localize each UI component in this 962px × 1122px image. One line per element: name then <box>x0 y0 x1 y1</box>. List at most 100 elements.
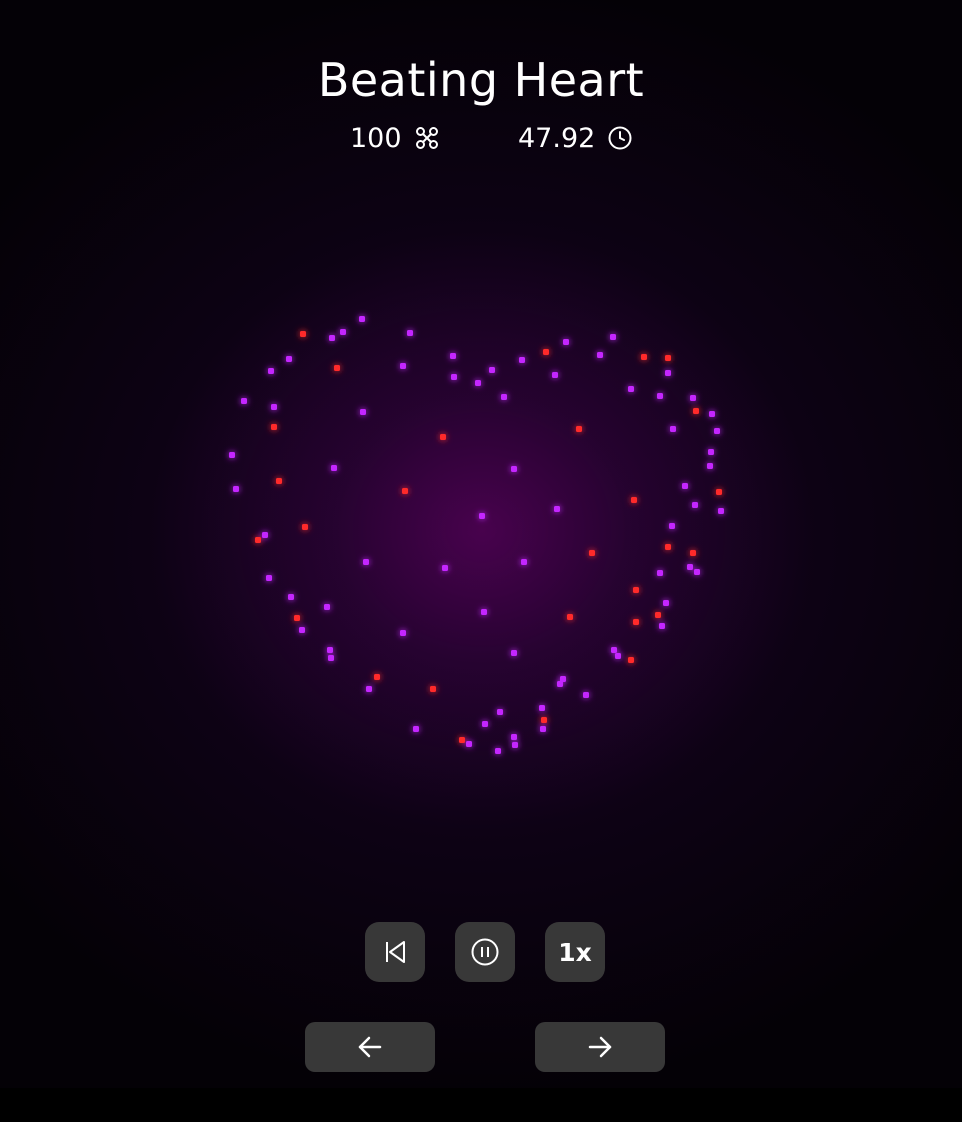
drone-light <box>475 380 481 386</box>
drone-light <box>271 424 277 430</box>
drone-light <box>611 647 617 653</box>
drone-light <box>430 686 436 692</box>
drone-light <box>690 550 696 556</box>
drone-light <box>266 575 272 581</box>
drone-light <box>716 489 722 495</box>
drone-light <box>241 398 247 404</box>
playback-speed-button[interactable]: 1x <box>545 922 605 982</box>
drone-light <box>440 434 446 440</box>
drone-light <box>489 367 495 373</box>
drone-light <box>610 334 616 340</box>
drone-light <box>328 655 334 661</box>
drone-light <box>511 466 517 472</box>
drone-light <box>479 513 485 519</box>
drone-light <box>374 674 380 680</box>
drone-light <box>690 395 696 401</box>
drone-light <box>512 742 518 748</box>
drone-light <box>541 717 547 723</box>
restart-button[interactable] <box>365 922 425 982</box>
drone-light <box>331 465 337 471</box>
drone-light <box>665 370 671 376</box>
drone-light <box>557 681 563 687</box>
drone-light <box>363 559 369 565</box>
drone-light <box>302 524 308 530</box>
drone-light <box>276 478 282 484</box>
drone-light <box>709 411 715 417</box>
drone-light <box>583 692 589 698</box>
bottom-bar <box>0 1088 962 1122</box>
drone-light <box>543 349 549 355</box>
drone-light <box>554 506 560 512</box>
drone-light <box>563 339 569 345</box>
drone-light <box>633 587 639 593</box>
drone-light <box>657 570 663 576</box>
drone-light <box>655 612 661 618</box>
drone-light <box>628 386 634 392</box>
drone-light <box>271 404 277 410</box>
drone-light <box>450 353 456 359</box>
drone-light <box>708 449 714 455</box>
drone-light <box>659 623 665 629</box>
previous-show-button[interactable] <box>305 1022 435 1072</box>
drone-light <box>451 374 457 380</box>
drone-light <box>707 463 713 469</box>
drone-light <box>511 734 517 740</box>
drone-light <box>482 721 488 727</box>
drone-light <box>539 705 545 711</box>
drone-light <box>519 357 525 363</box>
drone-light <box>589 550 595 556</box>
drone-light <box>268 368 274 374</box>
drone-light <box>665 355 671 361</box>
drone-light <box>400 630 406 636</box>
drone-light <box>329 335 335 341</box>
drone-light <box>229 452 235 458</box>
drone-light <box>288 594 294 600</box>
drone-light <box>540 726 546 732</box>
drone-light <box>407 330 413 336</box>
arrow-right-icon <box>588 1036 612 1058</box>
drone-light <box>334 365 340 371</box>
drone-light <box>665 544 671 550</box>
drone-light <box>669 523 675 529</box>
drone-light <box>294 615 300 621</box>
drone-light <box>501 394 507 400</box>
pause-circle-icon <box>471 938 499 966</box>
drone-light <box>233 486 239 492</box>
drone-light <box>466 741 472 747</box>
drone-light <box>597 352 603 358</box>
drone-light <box>402 488 408 494</box>
skip-back-icon <box>386 941 405 963</box>
drone-light <box>521 559 527 565</box>
drone-light <box>262 532 268 538</box>
drone-light <box>682 483 688 489</box>
drone-light <box>615 653 621 659</box>
drone-light <box>300 331 306 337</box>
drone-light <box>552 372 558 378</box>
drone-light <box>413 726 419 732</box>
drone-light <box>286 356 292 362</box>
drone-light <box>299 627 305 633</box>
drone-light <box>459 737 465 743</box>
drone-light <box>694 569 700 575</box>
drone-light <box>663 600 669 606</box>
drone-light <box>576 426 582 432</box>
pause-button[interactable] <box>455 922 515 982</box>
drone-light <box>692 502 698 508</box>
arrow-left-icon <box>358 1036 382 1058</box>
drone-light <box>511 650 517 656</box>
drone-light <box>633 619 639 625</box>
drone-light <box>718 508 724 514</box>
drone-light <box>670 426 676 432</box>
drone-light <box>255 537 261 543</box>
drone-light <box>714 428 720 434</box>
drone-light <box>340 329 346 335</box>
drone-light <box>324 604 330 610</box>
drone-light <box>327 647 333 653</box>
next-show-button[interactable] <box>535 1022 665 1072</box>
drone-light <box>442 565 448 571</box>
drone-light <box>567 614 573 620</box>
drone-light <box>631 497 637 503</box>
drone-light <box>687 564 693 570</box>
drone-light <box>657 393 663 399</box>
drone-light <box>360 409 366 415</box>
